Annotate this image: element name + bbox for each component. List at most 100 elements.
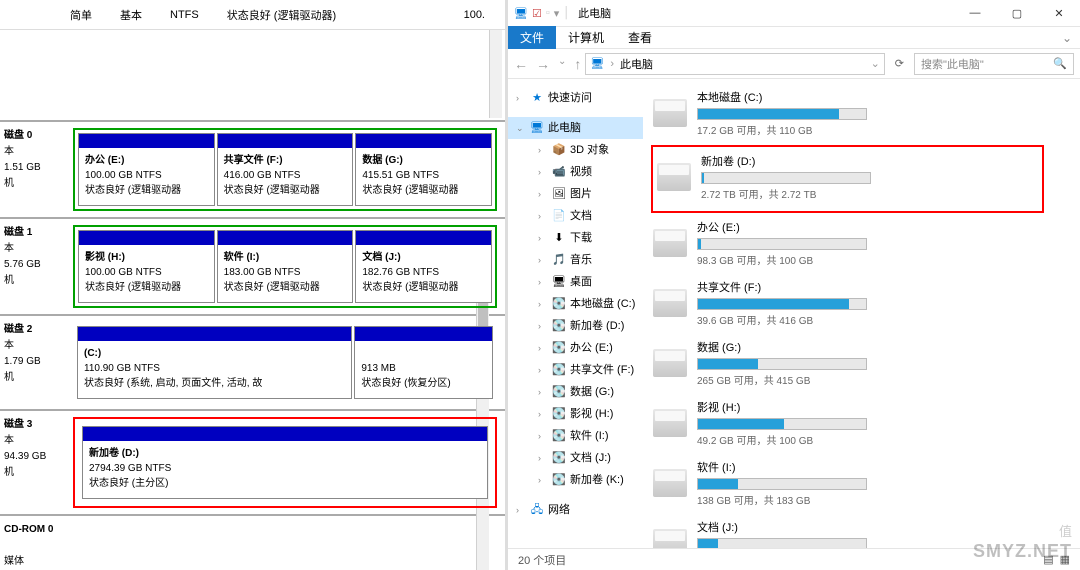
tree-item[interactable]: ›⬇下载: [524, 227, 643, 249]
tree-this-pc[interactable]: ⌄ 🖥 此电脑: [508, 117, 643, 139]
disk-entry[interactable]: 磁盘 0本1.51 GB机 办公 (E:)100.00 GB NTFS状态良好 …: [0, 120, 505, 217]
back-button[interactable]: ←: [514, 56, 528, 72]
drive-status: 39.6 GB 可用，共 416 GB: [697, 312, 1042, 327]
minimize-button[interactable]: —: [954, 0, 996, 26]
tab-file[interactable]: 文件: [508, 26, 556, 49]
dropdown-icon[interactable]: ▾: [554, 7, 560, 20]
tree-item[interactable]: ›💽办公 (E:): [524, 337, 643, 359]
disk-management-panel: 简单 基本 NTFS 状态良好 (逻辑驱动器) 100. 磁盘 0本1.51 G…: [0, 0, 505, 570]
chevron-right-icon[interactable]: ›: [538, 383, 548, 401]
tree-item[interactable]: ›📦3D 对象: [524, 139, 643, 161]
search-input[interactable]: 搜索"此电脑" 🔍: [914, 53, 1074, 75]
partition[interactable]: (C:)110.90 GB NTFS状态良好 (系统, 启动, 页面文件, 活动…: [77, 326, 352, 399]
drive-name: 新加卷 (D:): [701, 153, 1038, 169]
title-bar[interactable]: 🖥 ☑ ▫ ▾ │ 此电脑 — ▢ ✕: [508, 0, 1080, 27]
partition[interactable]: 软件 (I:)183.00 GB NTFS状态良好 (逻辑驱动器: [217, 230, 354, 303]
volume-list-row[interactable]: 简单 基本 NTFS 状态良好 (逻辑驱动器) 100.: [0, 0, 505, 30]
breadcrumb[interactable]: 此电脑: [620, 56, 653, 72]
disk-entry[interactable]: CD-ROM 0媒体: [0, 514, 505, 570]
disk-entry[interactable]: 磁盘 1本5.76 GB机 影视 (H:)100.00 GB NTFS状态良好 …: [0, 217, 505, 314]
partition[interactable]: 共享文件 (F:)416.00 GB NTFS状态良好 (逻辑驱动器: [217, 133, 354, 206]
partition[interactable]: 办公 (E:)100.00 GB NTFS状态良好 (逻辑驱动器: [78, 133, 215, 206]
partition[interactable]: 数据 (G:)415.51 GB NTFS状态良好 (逻辑驱动器: [355, 133, 492, 206]
partition[interactable]: 913 MB状态良好 (恢复分区): [354, 326, 493, 399]
chevron-right-icon[interactable]: ›: [538, 207, 548, 225]
tree-item[interactable]: ›💽新加卷 (K:): [524, 469, 643, 491]
drive-item[interactable]: 办公 (E:) 98.3 GB 可用，共 100 GB: [651, 215, 1044, 271]
nav-bar: ← → ⌄ ↑ 🖥 › 此电脑 ⌄ ⟳ 搜索"此电脑" 🔍: [508, 49, 1080, 79]
tree-item[interactable]: ›🖥桌面: [524, 271, 643, 293]
drive-usage-bar: [697, 238, 867, 250]
nav-tree[interactable]: › ★ 快速访问 ⌄ 🖥 此电脑 ›📦3D 对象›📹视频›🖼图片›📄文档›⬇下载…: [508, 79, 643, 548]
chevron-right-icon[interactable]: ›: [538, 185, 548, 203]
tree-item[interactable]: ›💽软件 (I:): [524, 425, 643, 447]
tab-computer[interactable]: 计算机: [556, 26, 616, 49]
tree-item[interactable]: ›💽数据 (G:): [524, 381, 643, 403]
drive-item[interactable]: 影视 (H:) 49.2 GB 可用，共 100 GB: [651, 395, 1044, 451]
chevron-right-icon[interactable]: ›: [538, 295, 548, 313]
maximize-button[interactable]: ▢: [996, 0, 1038, 26]
drive-icon: [653, 349, 687, 377]
chevron-right-icon[interactable]: ›: [538, 471, 548, 489]
tree-item[interactable]: ›📄文档: [524, 205, 643, 227]
disk-info: 磁盘 3本94.39 GB机: [0, 411, 65, 514]
drive-usage-bar: [697, 358, 867, 370]
partition[interactable]: 文档 (J:)182.76 GB NTFS状态良好 (逻辑驱动器: [355, 230, 492, 303]
chevron-right-icon[interactable]: ›: [538, 251, 548, 269]
view-icons-button[interactable]: ▦: [1060, 553, 1070, 566]
drive-item[interactable]: 本地磁盘 (C:) 17.2 GB 可用，共 110 GB: [651, 85, 1044, 141]
item-icon: 💽: [552, 449, 566, 467]
chevron-down-icon[interactable]: ⌄: [516, 119, 526, 137]
item-icon: 💽: [552, 471, 566, 489]
view-details-button[interactable]: ▤: [1043, 553, 1053, 566]
partition[interactable]: 新加卷 (D:)2794.39 GB NTFS状态良好 (主分区): [82, 426, 488, 499]
tree-item[interactable]: ›🎵音乐: [524, 249, 643, 271]
tree-item[interactable]: ›💽共享文件 (F:): [524, 359, 643, 381]
chevron-right-icon[interactable]: ›: [538, 273, 548, 291]
tree-item[interactable]: ›🖼图片: [524, 183, 643, 205]
chevron-right-icon[interactable]: ›: [538, 163, 548, 181]
tree-item[interactable]: ›📹视频: [524, 161, 643, 183]
chevron-right-icon[interactable]: ›: [516, 89, 526, 107]
disk-entry[interactable]: 磁盘 3本94.39 GB机 新加卷 (D:)2794.39 GB NTFS状态…: [0, 409, 505, 514]
chevron-right-icon[interactable]: ›: [538, 229, 548, 247]
chevron-right-icon[interactable]: ›: [538, 405, 548, 423]
tree-network[interactable]: › 🖧 网络: [508, 499, 643, 521]
chevron-right-icon[interactable]: ›: [538, 361, 548, 379]
highlight-red: 新加卷 (D:) 2.72 TB 可用，共 2.72 TB: [651, 145, 1044, 213]
tree-item[interactable]: ›💽新加卷 (D:): [524, 315, 643, 337]
up-button[interactable]: ↑: [574, 56, 581, 72]
address-bar[interactable]: 🖥 › 此电脑 ⌄: [585, 53, 884, 75]
drive-item[interactable]: 新加卷 (D:) 2.72 TB 可用，共 2.72 TB: [655, 149, 1040, 205]
star-icon: ★: [530, 89, 544, 107]
chevron-right-icon[interactable]: ›: [538, 141, 548, 159]
drive-item[interactable]: 文档 (J:) 161 GB 可用，共 182 GB: [651, 515, 1044, 548]
volume-scrollbar[interactable]: [489, 30, 502, 118]
tree-item[interactable]: ›💽本地磁盘 (C:): [524, 293, 643, 315]
tree-item[interactable]: ›💽影视 (H:): [524, 403, 643, 425]
drive-item[interactable]: 软件 (I:) 138 GB 可用，共 183 GB: [651, 455, 1044, 511]
item-icon: 📹: [552, 163, 566, 181]
chevron-right-icon[interactable]: ›: [538, 339, 548, 357]
checkbox-icon[interactable]: ☑: [532, 7, 542, 20]
recent-dropdown[interactable]: ⌄: [558, 56, 566, 72]
drive-item[interactable]: 数据 (G:) 265 GB 可用，共 415 GB: [651, 335, 1044, 391]
address-dropdown[interactable]: ⌄: [871, 57, 880, 70]
disk-entry[interactable]: 磁盘 2本1.79 GB机 (C:)110.90 GB NTFS状态良好 (系统…: [0, 314, 505, 409]
item-icon: 💽: [552, 295, 566, 313]
chevron-right-icon[interactable]: ›: [538, 427, 548, 445]
tab-view[interactable]: 查看: [616, 26, 664, 49]
ribbon-collapse-icon[interactable]: ⌄: [1054, 31, 1080, 45]
partition[interactable]: 影视 (H:)100.00 GB NTFS状态良好 (逻辑驱动器: [78, 230, 215, 303]
chevron-right-icon[interactable]: ›: [538, 449, 548, 467]
chevron-right-icon[interactable]: ›: [516, 501, 526, 519]
drive-icon: [653, 469, 687, 497]
tree-quick-access[interactable]: › ★ 快速访问: [508, 87, 643, 109]
tree-item[interactable]: ›💽文档 (J:): [524, 447, 643, 469]
drives-content[interactable]: 本地磁盘 (C:) 17.2 GB 可用，共 110 GB 新加卷 (D:) 2…: [643, 79, 1080, 548]
chevron-right-icon[interactable]: ›: [538, 317, 548, 335]
refresh-button[interactable]: ⟳: [889, 57, 910, 70]
forward-button[interactable]: →: [536, 56, 550, 72]
close-button[interactable]: ✕: [1038, 0, 1080, 26]
drive-item[interactable]: 共享文件 (F:) 39.6 GB 可用，共 416 GB: [651, 275, 1044, 331]
